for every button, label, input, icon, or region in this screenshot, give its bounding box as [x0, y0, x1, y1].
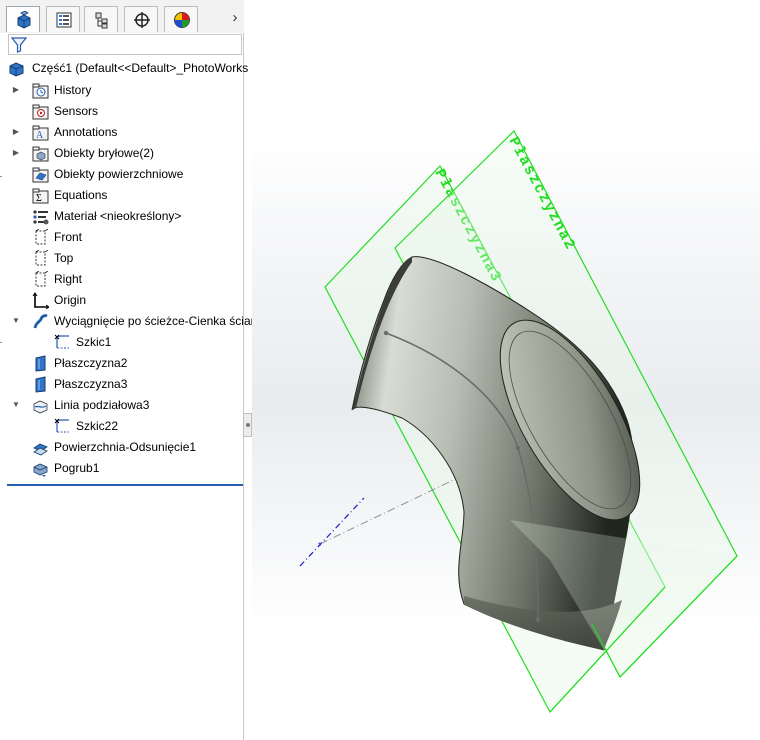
tree-item-label: Powierzchnia-Odsunięcie1	[54, 440, 197, 454]
tree-item[interactable]: Origin	[0, 290, 244, 311]
tree-item[interactable]: ▶ A Annotations	[0, 122, 244, 143]
tree-item-label: Płaszczyzna2	[54, 356, 128, 370]
tree-item-label: Obiekty powierzchniowe	[54, 167, 184, 181]
svg-text:Σ: Σ	[36, 193, 42, 204]
tree-item-label: History	[54, 83, 92, 97]
tree-item-label: Sensors	[54, 104, 99, 118]
model-scene[interactable]: Płaszczyzna3 Płaszczyzna2 *	[252, 0, 760, 740]
plane-icon	[35, 271, 49, 287]
plane-icon	[35, 250, 49, 266]
tree-root-label: Część1 (Default<<Default>_PhotoWorks	[32, 61, 249, 75]
surface-bodies-folder-icon	[32, 167, 49, 183]
tree-item[interactable]: Materiał <nieokreślony>	[0, 206, 244, 227]
tree-item-label: Origin	[54, 293, 87, 307]
tree-item[interactable]: Pogrub1	[0, 458, 244, 479]
tree-item[interactable]: Płaszczyzna2	[0, 353, 244, 374]
tree-item[interactable]: Szkic1	[0, 332, 244, 353]
display-manager-icon	[174, 12, 190, 28]
thicken-icon	[33, 463, 48, 477]
plane-icon	[35, 229, 49, 245]
tree-root-part[interactable]: Część1 (Default<<Default>_PhotoWorks	[0, 58, 248, 79]
tree-item-label: Top	[54, 251, 74, 265]
property-manager-tab[interactable]	[46, 6, 80, 32]
expand-arrow-icon[interactable]: ▶	[11, 84, 21, 96]
graphics-viewport[interactable]: Płaszczyzna3 Płaszczyzna2 *	[252, 0, 760, 740]
tree-item[interactable]: Σ Equations	[0, 185, 244, 206]
tree-item[interactable]: Płaszczyzna3	[0, 374, 244, 395]
solid-bodies-folder-icon	[32, 146, 49, 162]
plane-feature-icon	[35, 355, 46, 372]
svg-text:*: *	[318, 541, 322, 552]
tree-item-label: Wyciągnięcie po ścieżce-Cienka ściar	[54, 314, 255, 328]
tree-item-label: Right	[54, 272, 83, 286]
panel-edge-marks	[0, 176, 2, 343]
part-icon	[9, 62, 24, 77]
tree-item[interactable]: Front	[0, 227, 244, 248]
tree-item-label: Front	[54, 230, 83, 244]
split-line-icon	[33, 400, 48, 414]
tree-rollback-bar[interactable]	[7, 484, 243, 486]
offset-surface-icon	[33, 443, 48, 456]
feature-manager-panel: › Część1 (Default<<Default>_PhotoWorks ▶…	[0, 0, 255, 740]
tree-item[interactable]: Obiekty powierzchniowe	[0, 164, 244, 185]
property-manager-icon	[56, 12, 72, 28]
tree-item[interactable]: Sensors	[0, 101, 244, 122]
tree-item-label: Materiał <nieokreślony>	[54, 209, 182, 223]
material-icon	[33, 210, 49, 225]
expand-arrow-icon[interactable]: ▶	[11, 126, 21, 138]
equations-folder-icon: Σ	[32, 188, 49, 204]
tree-item[interactable]: ▶ History	[0, 80, 244, 101]
tree-item[interactable]: Powierzchnia-Odsunięcie1	[0, 437, 244, 458]
tree-item-label: Annotations	[54, 125, 118, 139]
tree-item-label: Szkic22	[76, 419, 119, 433]
dimxpert-icon	[134, 12, 150, 28]
tree-item[interactable]: Szkic22	[0, 416, 244, 437]
configuration-manager-tab[interactable]	[84, 6, 118, 32]
tree-item[interactable]: ▶ Obiekty bryłowe(2)	[0, 143, 244, 164]
tree-item-label: Equations	[54, 188, 108, 202]
tree-item[interactable]: Right	[0, 269, 244, 290]
filter-icon	[11, 37, 27, 53]
tree-item[interactable]: ▼ Linia podziałowa3	[0, 395, 244, 416]
tree-filter-field[interactable]	[8, 34, 242, 55]
panel-tab-bar: ›	[0, 0, 244, 33]
sweep-feature-icon	[33, 314, 48, 329]
sketch-icon	[54, 418, 69, 433]
display-manager-tab[interactable]	[164, 6, 198, 32]
tree-item-label: Linia podziałowa3	[54, 398, 150, 412]
chevron-right-icon[interactable]: ›	[228, 9, 242, 27]
sketch-icon	[54, 334, 69, 349]
tree-item-label: Pogrub1	[54, 461, 100, 475]
expand-arrow-icon[interactable]: ▶	[11, 147, 21, 159]
panel-splitter-handle[interactable]	[243, 413, 252, 437]
annotations-folder-icon: A	[32, 125, 49, 141]
plane-feature-icon	[35, 376, 46, 393]
origin-icon	[32, 292, 49, 309]
tree-item-label: Obiekty bryłowe(2)	[54, 146, 155, 160]
tree-item-label: Płaszczyzna3	[54, 377, 128, 391]
tree-item-label: Szkic1	[76, 335, 112, 349]
feature-manager-icon	[17, 11, 31, 29]
sensors-folder-icon	[32, 104, 49, 120]
history-folder-icon	[32, 83, 49, 99]
collapse-arrow-icon[interactable]: ▼	[11, 399, 21, 411]
feature-manager-tab[interactable]	[6, 6, 40, 32]
svg-text:A: A	[36, 130, 44, 141]
configuration-manager-icon	[95, 12, 108, 29]
tree-item[interactable]: ▼ Wyciągnięcie po ścieżce-Cienka ściar	[0, 311, 255, 332]
dimxpert-manager-tab[interactable]	[124, 6, 158, 32]
collapse-arrow-icon[interactable]: ▼	[11, 315, 21, 327]
tree-item[interactable]: Top	[0, 248, 244, 269]
